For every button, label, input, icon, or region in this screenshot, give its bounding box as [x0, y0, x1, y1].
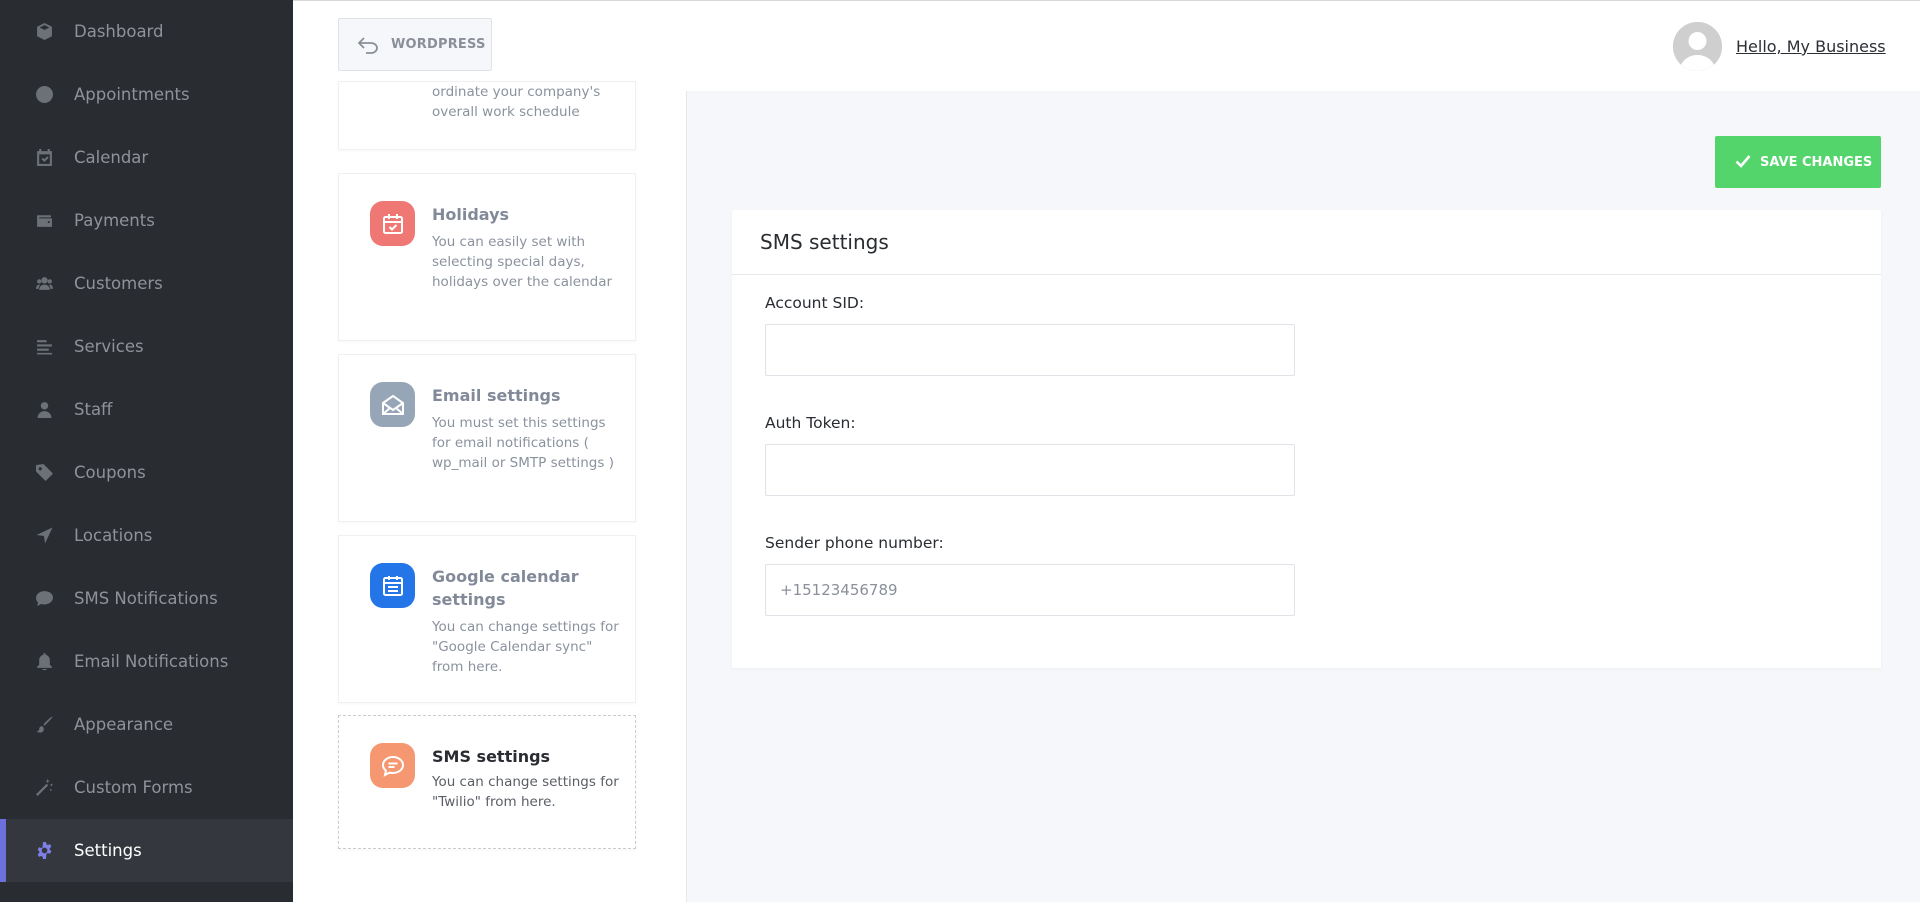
sidebar-item-label: Custom Forms [74, 778, 193, 797]
sidebar-item-dashboard[interactable]: Dashboard [0, 0, 293, 63]
sidebar-item-payments[interactable]: Payments [0, 189, 293, 252]
sms-settings-panel: SMS settings Account SID: Auth Token: Se… [732, 210, 1881, 668]
sidebar-item-sms-notifications[interactable]: SMS Notifications [0, 567, 293, 630]
settings-card-email[interactable]: Email settings You must set this setting… [338, 354, 636, 522]
sidebar-item-appearance[interactable]: Appearance [0, 693, 293, 756]
sidebar-item-locations[interactable]: Locations [0, 504, 293, 567]
wallet-icon [34, 211, 54, 231]
sidebar-item-label: Staff [74, 400, 113, 419]
calendar-check-icon [370, 201, 415, 246]
users-icon [34, 274, 54, 294]
sidebar-item-custom-forms[interactable]: Custom Forms [0, 756, 293, 819]
sidebar-item-label: Coupons [74, 463, 146, 482]
settings-card-desc: ordinate your company's overall work sch… [432, 84, 601, 120]
sidebar-item-settings[interactable]: Settings [0, 819, 293, 882]
sidebar-item-label: Dashboard [74, 22, 164, 41]
sidebar-item-label: Calendar [74, 148, 149, 167]
comment-icon [34, 589, 54, 609]
chat-bubble-icon [370, 743, 415, 788]
settings-card-desc: You can easily set with selecting specia… [432, 234, 613, 290]
settings-card-title: Email settings [432, 386, 561, 405]
settings-card-sms[interactable]: SMS settings You can change settings for… [338, 715, 636, 849]
sidebar: Dashboard Appointments Calendar Payments… [0, 0, 293, 902]
auth-token-label: Auth Token: [765, 414, 856, 432]
settings-card-title: Holidays [432, 205, 510, 224]
auth-token-input[interactable] [765, 444, 1295, 496]
calendar-check-icon [34, 148, 54, 168]
sidebar-item-appointments[interactable]: Appointments [0, 63, 293, 126]
sender-phone-input[interactable] [765, 564, 1295, 616]
panel-title: SMS settings [760, 230, 889, 254]
settings-list: ordinate your company's overall work sch… [293, 81, 687, 902]
sidebar-item-label: Settings [74, 841, 142, 860]
list-icon [34, 337, 54, 357]
wordpress-back-label: WORDPRESS [391, 37, 486, 52]
user-icon [34, 400, 54, 420]
panel-divider [732, 274, 1881, 275]
settings-card-title: SMS settings [432, 747, 551, 766]
sidebar-item-label: Appointments [74, 85, 190, 104]
user-greeting-link[interactable]: Hello, My Business [1736, 37, 1886, 56]
gear-icon [34, 841, 54, 861]
location-arrow-icon [34, 526, 54, 546]
settings-card-desc: You can change settings for "Google Cale… [432, 619, 619, 675]
account-sid-label: Account SID: [765, 294, 865, 312]
sidebar-item-label: SMS Notifications [74, 589, 218, 608]
envelope-open-icon [370, 382, 415, 427]
undo-arrow-icon [357, 37, 378, 54]
top-header: WORDPRESS Hello, My Business [293, 0, 1920, 91]
settings-card-google-calendar[interactable]: Google calendar settings You can change … [338, 535, 636, 703]
account-sid-input[interactable] [765, 324, 1295, 376]
save-changes-button[interactable]: SAVE CHANGES [1715, 136, 1881, 188]
tag-icon [34, 463, 54, 483]
clock-icon [34, 85, 54, 105]
sidebar-item-services[interactable]: Services [0, 315, 293, 378]
settings-card-work-hours[interactable]: ordinate your company's overall work sch… [338, 81, 636, 150]
sidebar-item-label: Payments [74, 211, 155, 230]
magic-icon [34, 778, 54, 798]
sidebar-item-calendar[interactable]: Calendar [0, 126, 293, 189]
save-changes-label: SAVE CHANGES [1760, 154, 1873, 170]
sidebar-item-label: Services [74, 337, 144, 356]
bell-icon [34, 652, 54, 672]
wordpress-back-button[interactable]: WORDPRESS [338, 18, 492, 71]
check-icon [1735, 155, 1751, 168]
settings-card-holidays[interactable]: Holidays You can easily set with selecti… [338, 173, 636, 341]
sender-phone-label: Sender phone number: [765, 534, 944, 552]
sidebar-item-coupons[interactable]: Coupons [0, 441, 293, 504]
sidebar-item-label: Email Notifications [74, 652, 229, 671]
sidebar-item-label: Appearance [74, 715, 174, 734]
sidebar-item-customers[interactable]: Customers [0, 252, 293, 315]
settings-card-title: Google calendar settings [432, 567, 579, 609]
sidebar-item-label: Customers [74, 274, 163, 293]
user-avatar-icon [1673, 22, 1722, 71]
sidebar-item-label: Locations [74, 526, 153, 545]
calendar-list-icon [370, 563, 415, 608]
sidebar-item-email-notifications[interactable]: Email Notifications [0, 630, 293, 693]
settings-card-desc: You can change settings for "Twilio" fro… [432, 774, 619, 810]
cube-icon [34, 22, 54, 42]
sidebar-item-staff[interactable]: Staff [0, 378, 293, 441]
avatar[interactable] [1673, 22, 1722, 71]
settings-card-desc: You must set this settings for email not… [432, 415, 614, 471]
brush-icon [34, 715, 54, 735]
